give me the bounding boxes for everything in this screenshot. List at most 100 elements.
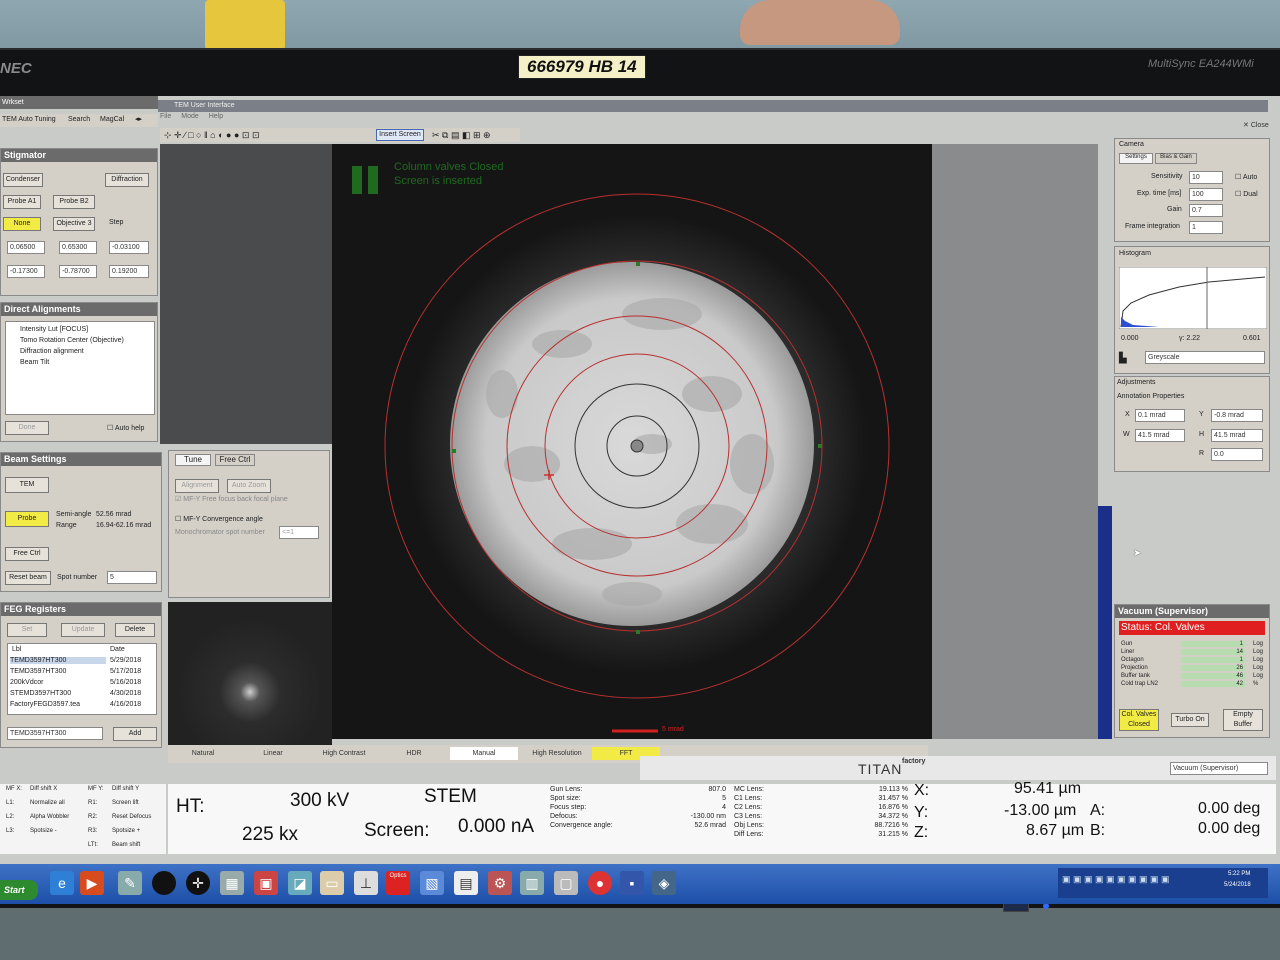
stig-x1-field[interactable]: 0.06500 (7, 241, 45, 254)
col-valves-button[interactable]: Col. Valves Closed (1119, 709, 1159, 731)
app-icon-5[interactable]: ⚙ (488, 871, 512, 895)
feg-row-label[interactable]: TEMD3597HT300 (10, 657, 106, 664)
app-icon-6[interactable]: ▥ (520, 871, 544, 895)
tab-camera-settings[interactable]: Settings (1119, 153, 1153, 164)
feg-add-button[interactable]: Add (113, 727, 157, 741)
free-ctrl-button[interactable]: Free Ctrl (5, 547, 49, 561)
auto-help-checkbox[interactable]: ☐ Auto help (107, 424, 144, 432)
objective-button[interactable]: Objective 3 (53, 217, 95, 231)
auto-checkbox[interactable]: ☐ Auto (1235, 173, 1257, 181)
empty-buffer-button[interactable]: Empty Buffer (1223, 709, 1263, 731)
mfy-convergence-checkbox[interactable]: ☐ MF-Y Convergence angle (175, 515, 263, 523)
mono-select[interactable]: <=1 (279, 526, 319, 539)
menu-help[interactable]: Help (209, 113, 223, 120)
close-button[interactable]: ✕ Close (1243, 121, 1269, 129)
tray-icons[interactable]: ▣ ▣ ▣ ▣ ▣ ▣ ▣ ▣ ▣ ▣ (1062, 874, 1170, 885)
ie-icon[interactable]: e (50, 871, 74, 895)
alignment-button[interactable]: Alignment (175, 479, 219, 493)
media-icon[interactable]: ▶ (80, 871, 104, 895)
auto-zoom-button[interactable]: Auto Zoom (227, 479, 271, 493)
tab-tem-auto-tuning[interactable]: TEM Auto Tuning (2, 116, 56, 123)
feg-name-input[interactable]: TEMD3597HT300 (7, 727, 103, 740)
document-icon[interactable]: ▤ (454, 871, 478, 895)
toolbar-view-icons[interactable]: ✂ ⧉ ▤ ◧ ⊞ ⊕ (432, 130, 491, 141)
condenser-button[interactable]: Condenser (3, 173, 43, 187)
frame-integration-field[interactable]: 1 (1189, 221, 1223, 234)
annot-w-field[interactable]: 41.5 mrad (1135, 429, 1185, 442)
done-button[interactable]: Done (5, 421, 49, 435)
tab-linear[interactable]: Linear (240, 747, 306, 760)
probe-button[interactable]: Probe (5, 511, 49, 527)
start-button[interactable]: Start (0, 880, 38, 900)
stig-y3-field[interactable]: 0.19200 (109, 265, 149, 278)
reset-beam-button[interactable]: Reset beam (5, 571, 51, 585)
menu-mode[interactable]: Mode (181, 113, 199, 120)
app-icon-2[interactable]: ▣ (254, 871, 278, 895)
dual-checkbox[interactable]: ☐ Dual (1235, 190, 1258, 198)
app-icon-9[interactable]: ◈ (652, 871, 676, 895)
handle-right[interactable] (818, 444, 822, 448)
app-icon-3[interactable]: ◪ (288, 871, 312, 895)
insert-screen-button[interactable]: Insert Screen (376, 129, 424, 141)
gain-field[interactable]: 0.7 (1189, 204, 1223, 217)
handle-top[interactable] (636, 262, 640, 266)
feg-set-button[interactable]: Set (7, 623, 47, 637)
record-icon[interactable]: ● (588, 871, 612, 895)
tem-button[interactable]: TEM (5, 477, 49, 493)
annot-h-field[interactable]: 41.5 mrad (1211, 429, 1263, 442)
stig-x2-field[interactable]: 0.65300 (59, 241, 97, 254)
app-icon-8[interactable]: ▪ (620, 871, 644, 895)
stig-y1-field[interactable]: -0.17300 (7, 265, 45, 278)
crosshair-icon[interactable]: ✛ (186, 871, 210, 895)
folder-icon[interactable]: ▭ (320, 871, 344, 895)
tab-high-resolution[interactable]: High Resolution (524, 747, 590, 760)
diffraction-image[interactable]: Column valves Closed Screen is inserted … (332, 144, 932, 739)
none-button[interactable]: None (3, 217, 41, 231)
tab-hdr[interactable]: HDR (382, 747, 446, 760)
annot-x-field[interactable]: 0.1 mrad (1135, 409, 1185, 422)
turbo-on-button[interactable]: Turbo On (1171, 713, 1209, 727)
image-scrollbar[interactable] (1098, 506, 1112, 739)
tab-search[interactable]: Search (68, 116, 90, 123)
tab-tune[interactable]: Tune (175, 454, 211, 466)
app-icon-1[interactable]: ▦ (220, 871, 244, 895)
feg-update-button[interactable]: Update (61, 623, 105, 637)
menu-file[interactable]: File (160, 113, 171, 120)
alignment-item[interactable]: Intensity Lut [FOCUS] (20, 326, 88, 333)
tab-bias-gain[interactable]: Bias & Gain (1155, 153, 1197, 164)
sensitivity-field[interactable]: 10 (1189, 171, 1223, 184)
handle-left[interactable] (452, 449, 456, 453)
stig-y2-field[interactable]: -0.78700 (59, 265, 97, 278)
tab-natural[interactable]: Natural (172, 747, 234, 760)
alignment-item[interactable]: Diffraction alignment (20, 348, 84, 355)
spot-number-select[interactable]: 5 (107, 571, 157, 584)
feg-row-label[interactable]: 200kVdcor (10, 679, 106, 686)
handle-bottom[interactable] (636, 630, 640, 634)
feg-row-label[interactable]: STEMD3597HT300 (10, 690, 106, 697)
microscope-icon[interactable]: ⊥ (354, 871, 378, 895)
exp-time-field[interactable]: 100 (1189, 188, 1223, 201)
stig-x3-field[interactable]: -0.03100 (109, 241, 149, 254)
app-icon-7[interactable]: ▢ (554, 871, 578, 895)
alignment-item[interactable]: Tomo Rotation Center (Objective) (20, 337, 124, 344)
tab-magcal[interactable]: MagCal (100, 116, 124, 123)
tab-high-contrast[interactable]: High Contrast (310, 747, 378, 760)
feg-row-label[interactable]: FactoryFEGD3597.tea (10, 701, 106, 708)
optics-icon[interactable]: Optics (386, 871, 410, 895)
feg-row-label[interactable]: TEMD3597HT300 (10, 668, 106, 675)
tab-manual[interactable]: Manual (450, 747, 518, 760)
diffraction-button[interactable]: Diffraction (105, 173, 149, 187)
feg-delete-button[interactable]: Delete (115, 623, 155, 637)
palette-select[interactable]: Greyscale (1145, 351, 1265, 364)
dot-icon[interactable] (152, 871, 176, 895)
annot-y-field[interactable]: -0.8 mrad (1211, 409, 1263, 422)
annot-r-field[interactable]: 0.0 (1211, 448, 1263, 461)
probe-a1-button[interactable]: Probe A1 (3, 195, 41, 209)
tool-icon[interactable]: ✎ (118, 871, 142, 895)
probe-b2-button[interactable]: Probe B2 (53, 195, 95, 209)
toolbar-tool-icons[interactable]: ⊹ ✛ ∕ □ ○ ‖ ⌂ ◐ ● ● ⊡ ⊡ (164, 130, 260, 141)
alignment-item[interactable]: Beam Tilt (20, 359, 49, 366)
mfy-free-focus-checkbox[interactable]: ☑ MF-Y Free focus back focal plane (175, 495, 288, 503)
tab-scroll-arrows-icon[interactable]: ◂▸ (135, 115, 142, 123)
app-icon-4[interactable]: ▧ (420, 871, 444, 895)
